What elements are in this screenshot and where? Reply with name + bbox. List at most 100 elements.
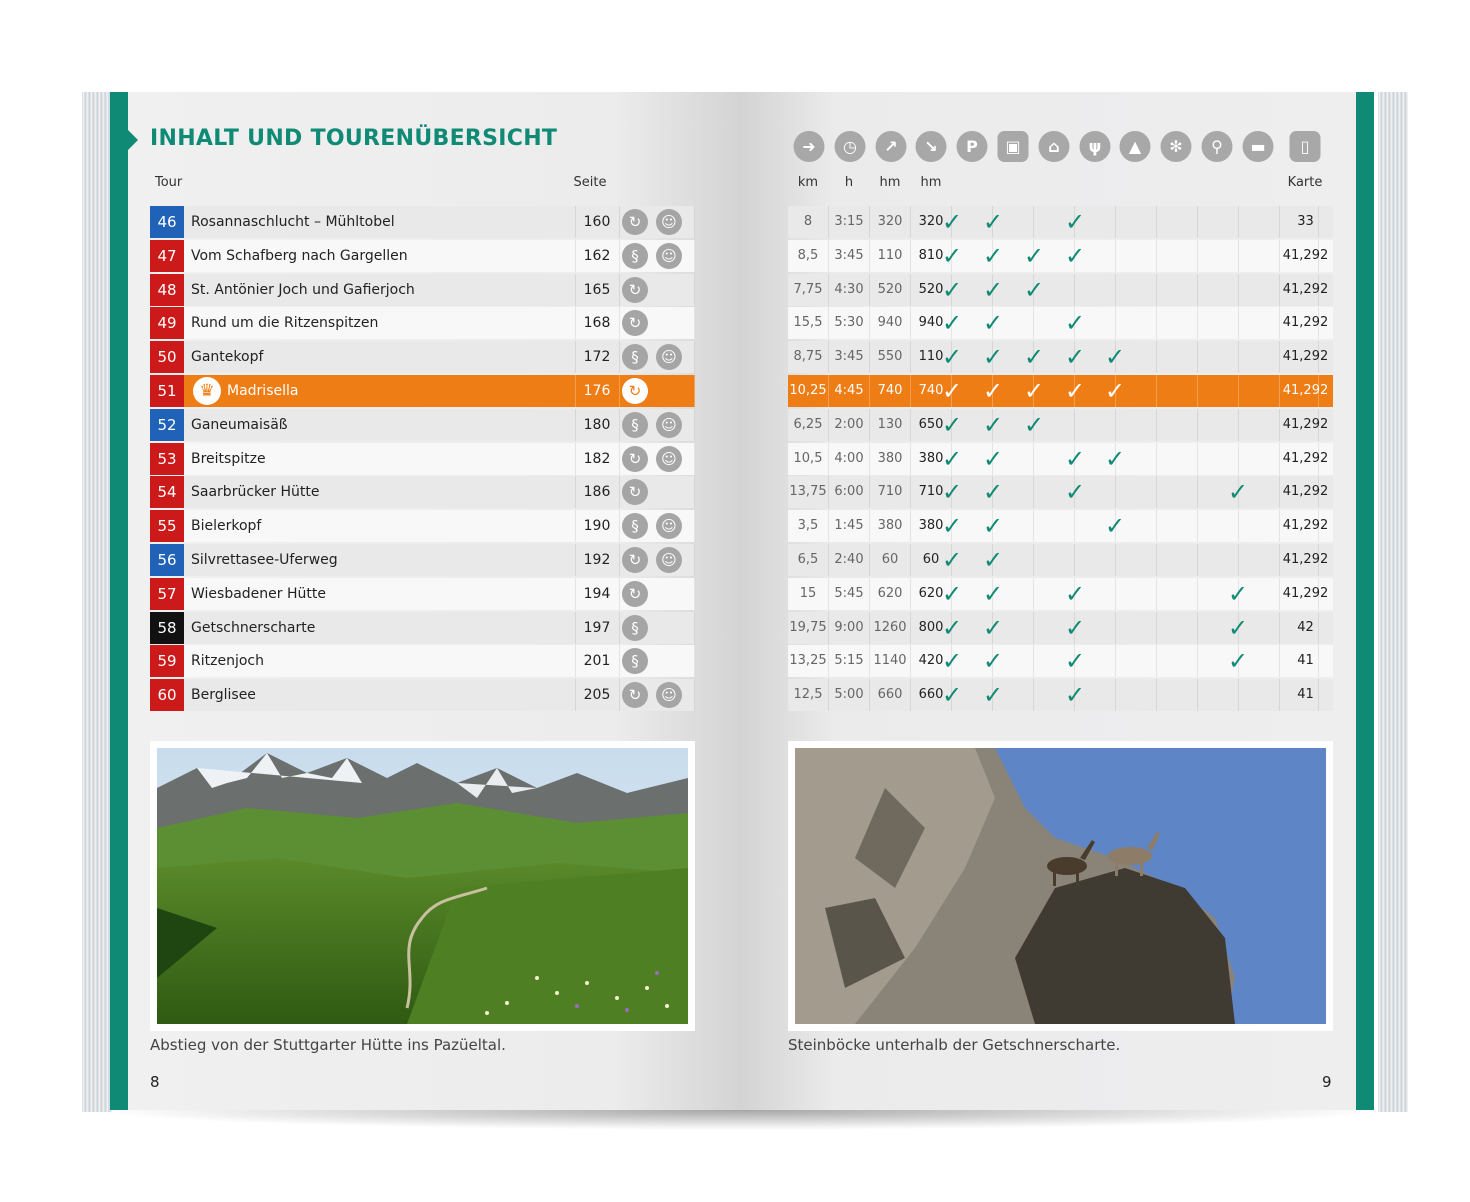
cell-km: 15 [799,586,817,601]
tour-name[interactable]: Rund um die Ritzenspitzen [191,307,378,339]
table-row[interactable]: 54 Saarbrücker Hütte 186 ↻ [150,476,695,508]
tour-name[interactable]: St. Antönier Joch und Gafierjoch [191,274,415,306]
map-ref: 41,292 [1282,349,1329,364]
check-mark-icon: ✓ [1227,647,1249,675]
table-row-stats: 8,75 3:45 550 110 ✓ ✓ ✓ ✓ ✓ 41,292 [788,341,1333,373]
table-row-stats: 15,5 5:30 940 940 ✓ ✓ ✓ 41,292 [788,307,1333,339]
tour-name[interactable]: Silvrettasee-Uferweg [191,544,338,576]
page-ref: 192 [583,552,611,568]
header-hm-up: hm [879,175,901,190]
cell-h: 6:00 [834,484,864,499]
tour-number: 47 [150,240,184,272]
cell-km: 13,25 [789,653,827,668]
tour-name[interactable]: Breitspitze [191,443,266,475]
tour-number: 59 [150,645,184,677]
check-mark-icon: ✓ [982,681,1004,709]
tour-number: 58 [150,612,184,644]
tour-number: 51 [150,375,184,407]
check-mark-icon: ✓ [941,580,963,608]
clock-icon: ◷ [834,131,866,162]
tour-name[interactable]: Madrisella [227,375,298,407]
table-row[interactable]: 59 Ritzenjoch 201 § [150,645,695,677]
map-ref: 41,292 [1282,451,1329,466]
table-row[interactable]: 58 Getschnerscharte 197 § [150,612,695,644]
map-ref: 41,292 [1282,315,1329,330]
cell-km: 10,25 [789,383,827,398]
cell-h: 2:00 [834,417,864,432]
cell-km: 8,75 [793,349,823,364]
tour-name[interactable]: Saarbrücker Hütte [191,476,319,508]
table-row[interactable]: 47 Vom Schafberg nach Gargellen 162 § ☺ [150,240,695,272]
check-mark-icon: ✓ [1064,647,1086,675]
hut-bed-icon: ▬ [1242,131,1274,162]
cell-h: 3:45 [834,349,864,364]
table-row-stats: 6,5 2:40 60 60 ✓ ✓ 41,292 [788,544,1333,576]
table-row[interactable]: 56 Silvrettasee-Uferweg 192 ↻ ☺ [150,544,695,576]
mountain-valley-photo [157,748,688,1024]
check-mark-icon: ✓ [941,512,963,540]
page-ref: 190 [583,518,611,534]
check-mark-icon: ✓ [1227,580,1249,608]
check-mark-icon: ✓ [1064,242,1086,270]
round-trip-icon: ↻ [622,682,648,708]
table-row[interactable]: 57 Wiesbadener Hütte 194 ↻ [150,578,695,610]
page-ref: 162 [583,248,611,264]
teal-band-left [110,92,128,1110]
tour-name[interactable]: Ganeumaisäß [191,409,288,441]
cell-h: 3:45 [834,248,864,263]
teal-band-right [1356,92,1374,1110]
tour-number: 46 [150,206,184,238]
table-row-stats: 8,5 3:45 110 810 ✓ ✓ ✓ ✓ 41,292 [788,240,1333,272]
check-mark-icon: ✓ [1104,377,1126,405]
check-mark-icon: ✓ [1104,512,1126,540]
tour-number: 60 [150,679,184,711]
table-row[interactable]: 53 Breitspitze 182 ↻ ☺ [150,443,695,475]
table-row[interactable]: 55 Bielerkopf 190 § ☺ [150,510,695,542]
table-row[interactable]: 51 ♛ Madrisella 176 ↻ [150,375,695,407]
check-mark-icon: ✓ [1023,377,1045,405]
page-ref: 176 [583,383,611,399]
cell-km: 6,25 [793,417,823,432]
cell-up: 130 [877,417,903,432]
tour-name[interactable]: Getschnerscharte [191,612,315,644]
cell-km: 3,5 [797,518,819,533]
table-row[interactable]: 60 Berglisee 205 ↻ ☺ [150,679,695,711]
check-mark-icon: ✓ [982,309,1004,337]
table-row[interactable]: 50 Gantekopf 172 § ☺ [150,341,695,373]
check-mark-icon: ✓ [941,445,963,473]
mountain-valley-image [157,748,688,1024]
tour-name[interactable]: Vom Schafberg nach Gargellen [191,240,408,272]
tour-number: 56 [150,544,184,576]
parking-icon: P [956,131,988,162]
tour-name[interactable]: Wiesbadener Hütte [191,578,326,610]
map-ref: 41,292 [1282,552,1329,567]
page-ref: 194 [583,586,611,602]
table-row[interactable]: 52 Ganeumaisäß 180 § ☺ [150,409,695,441]
tour-name[interactable]: Rosannaschlucht – Mühltobel [191,206,395,238]
table-row[interactable]: 46 Rosannaschlucht – Mühltobel 160 ↻ ☺ [150,206,695,238]
tour-number: 53 [150,443,184,475]
table-row[interactable]: 49 Rund um die Ritzenspitzen 168 ↻ [150,307,695,339]
child-friendly-icon: ☺ [656,344,682,370]
cell-h: 5:00 [834,687,864,702]
signpost-icon: ➜ [793,131,825,162]
cell-km: 8,5 [797,248,819,263]
tour-name[interactable]: Gantekopf [191,341,263,373]
check-mark-icon: ✓ [941,681,963,709]
check-mark-icon: ✓ [941,546,963,574]
header-h: h [844,175,854,190]
route-path-icon: § [622,412,648,438]
table-row-stats: 6,25 2:00 130 650 ✓ ✓ ✓ 41,292 [788,409,1333,441]
check-mark-icon: ✓ [982,546,1004,574]
check-mark-icon: ✓ [1064,478,1086,506]
header-tour: Tour [155,175,183,190]
crown-icon: ♛ [193,377,221,405]
check-mark-icon: ✓ [941,208,963,236]
child-friendly-icon: ☺ [656,243,682,269]
tour-name[interactable]: Bielerkopf [191,510,261,542]
tour-name[interactable]: Berglisee [191,679,256,711]
cell-km: 13,75 [789,484,827,499]
cell-up: 740 [877,383,903,398]
tour-name[interactable]: Ritzenjoch [191,645,264,677]
table-row[interactable]: 48 St. Antönier Joch und Gafierjoch 165 ↻ [150,274,695,306]
